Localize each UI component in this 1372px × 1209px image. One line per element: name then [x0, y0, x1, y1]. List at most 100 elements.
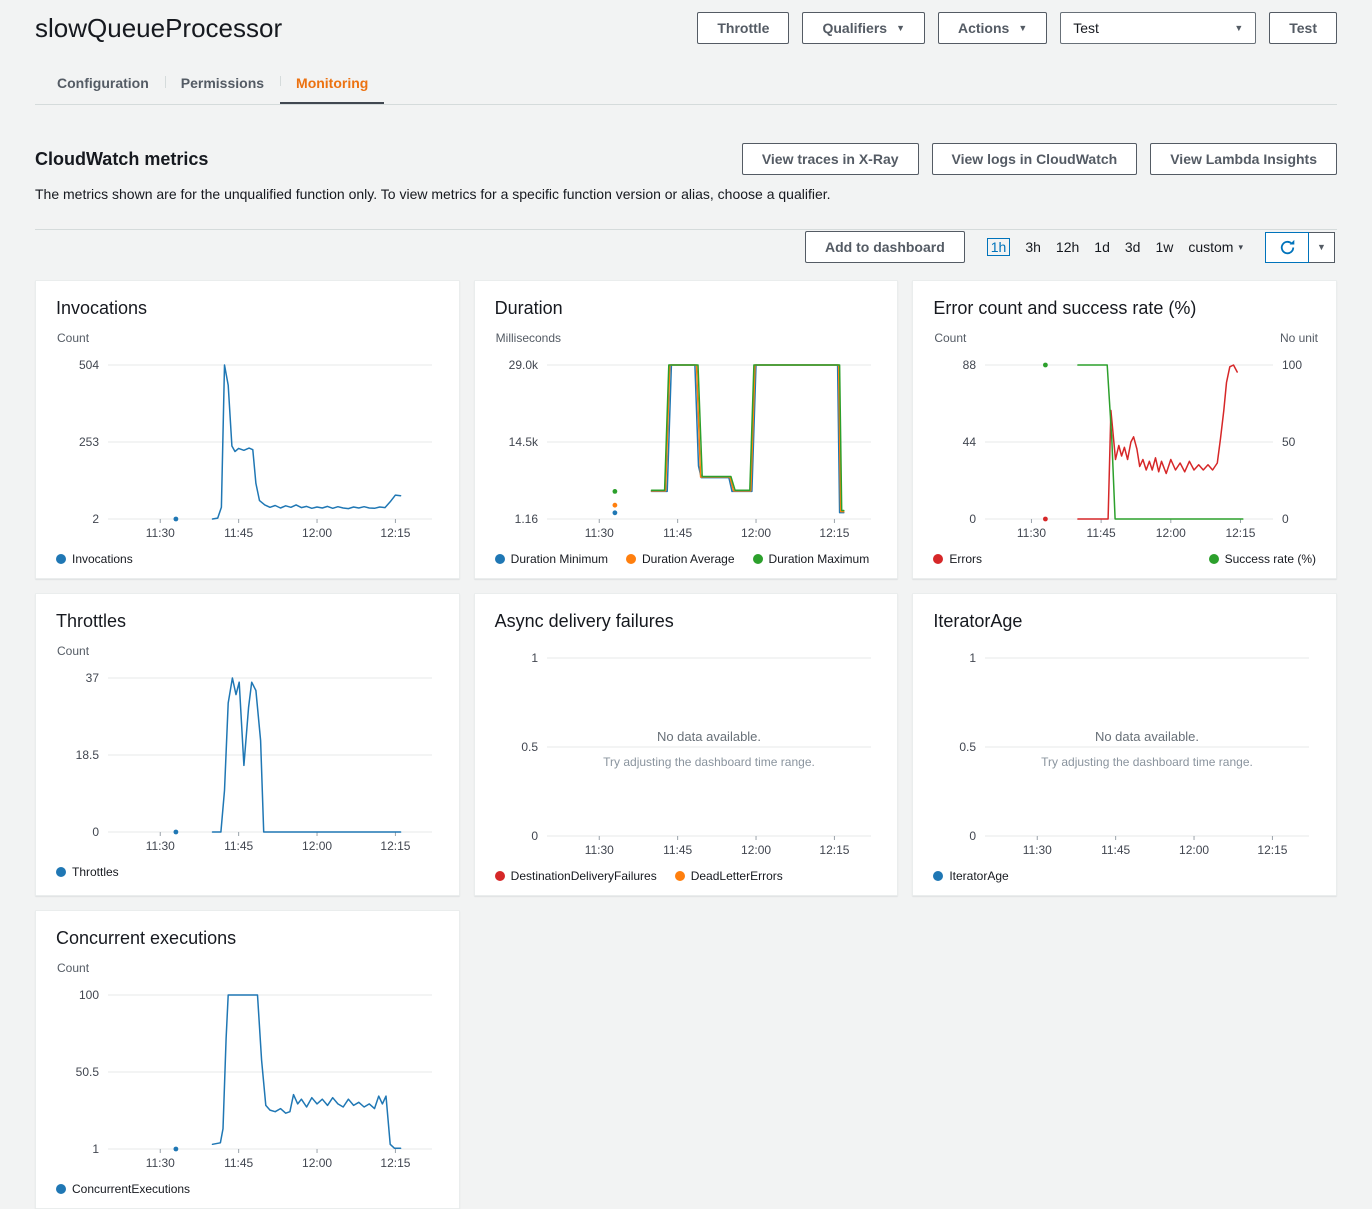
svg-text:1: 1	[92, 1142, 99, 1156]
legend-item[interactable]: Throttles	[56, 865, 119, 879]
metrics-section-header: CloudWatch metrics View traces in X-Ray …	[35, 143, 1337, 175]
chart-card-iterator-age: IteratorAge 10.5011:3011:4512:0012:15No …	[912, 593, 1337, 896]
legend-item[interactable]: IteratorAge	[933, 869, 1008, 883]
chevron-down-icon: ▼	[1234, 23, 1243, 33]
time-range-selector: 1h 3h 12h 1d 3d 1w custom ▾	[987, 238, 1243, 256]
time-range-1h[interactable]: 1h	[987, 238, 1011, 256]
legend-item[interactable]: Duration Average	[626, 552, 735, 566]
metrics-description: The metrics shown are for the unqualifie…	[35, 186, 1337, 202]
svg-text:11:45: 11:45	[224, 1156, 253, 1170]
legend-item[interactable]: DeadLetterErrors	[675, 869, 783, 883]
chart-title: Concurrent executions	[52, 923, 443, 961]
svg-text:1: 1	[970, 651, 977, 665]
chart-card-throttles: Throttles Count 3718.5011:3011:4512:0012…	[35, 593, 460, 896]
legend-label: Errors	[949, 552, 982, 566]
svg-text:14.5k: 14.5k	[508, 435, 538, 449]
legend-color-dot	[1209, 554, 1219, 564]
chart-title: Error count and success rate (%)	[929, 293, 1320, 331]
y-axis-unit-right: No unit	[1280, 331, 1318, 351]
svg-text:1: 1	[531, 651, 538, 665]
chart-plot: 10.5011:3011:4512:0012:15No data availab…	[929, 644, 1319, 866]
svg-text:0: 0	[970, 829, 977, 843]
chart-title: Duration	[491, 293, 882, 331]
svg-text:253: 253	[79, 435, 99, 449]
chart-legend: Duration Minimum Duration Average Duration…	[491, 549, 882, 570]
chart-title: IteratorAge	[929, 606, 1320, 644]
svg-text:0: 0	[92, 825, 99, 839]
svg-text:12:00: 12:00	[741, 843, 771, 857]
svg-text:11:30: 11:30	[146, 526, 175, 540]
legend-item[interactable]: Duration Minimum	[495, 552, 608, 566]
legend-label: Duration Maximum	[769, 552, 870, 566]
svg-text:29.0k: 29.0k	[508, 358, 538, 372]
svg-text:12:00: 12:00	[302, 1156, 332, 1170]
legend-item[interactable]: Success rate (%)	[1209, 552, 1316, 566]
svg-text:88: 88	[963, 358, 977, 372]
svg-text:11:30: 11:30	[1023, 843, 1052, 857]
time-range-custom[interactable]: custom ▾	[1188, 239, 1243, 255]
section-title: CloudWatch metrics	[35, 149, 208, 170]
legend-color-dot	[753, 554, 763, 564]
svg-text:12:15: 12:15	[380, 526, 410, 540]
svg-text:11:45: 11:45	[1087, 526, 1116, 540]
legend-label: IteratorAge	[949, 869, 1008, 883]
svg-text:2: 2	[92, 512, 99, 526]
view-xray-button[interactable]: View traces in X-Ray	[742, 143, 919, 175]
svg-text:11:30: 11:30	[146, 1156, 175, 1170]
throttle-button[interactable]: Throttle	[697, 12, 789, 44]
svg-text:100: 100	[79, 988, 99, 1002]
test-event-select[interactable]: Test ▼	[1060, 12, 1256, 44]
time-range-3d[interactable]: 3d	[1125, 239, 1141, 255]
chart-legend: Throttles	[52, 862, 443, 883]
svg-text:504: 504	[79, 358, 99, 372]
tab-permissions[interactable]: Permissions	[165, 60, 280, 104]
chevron-down-icon: ▼	[896, 23, 905, 33]
legend-label: DeadLetterErrors	[691, 869, 783, 883]
time-range-3h[interactable]: 3h	[1025, 239, 1041, 255]
throttle-button-label: Throttle	[717, 20, 769, 36]
chart-units: Count	[52, 331, 443, 351]
chart-legend: IteratorAge	[929, 866, 1320, 887]
legend-label: DestinationDeliveryFailures	[511, 869, 657, 883]
legend-label: Success rate (%)	[1225, 552, 1316, 566]
chart-legend: DestinationDeliveryFailures DeadLetterErr…	[491, 866, 882, 887]
legend-item[interactable]: DestinationDeliveryFailures	[495, 869, 657, 883]
tab-monitoring[interactable]: Monitoring	[280, 60, 384, 104]
chart-plot: 504253211:3011:4512:0012:15	[52, 351, 442, 549]
add-to-dashboard-button[interactable]: Add to dashboard	[805, 231, 965, 263]
time-range-1w[interactable]: 1w	[1155, 239, 1173, 255]
tab-configuration[interactable]: Configuration	[41, 60, 165, 104]
legend-item[interactable]: Duration Maximum	[753, 552, 870, 566]
custom-range-label: custom	[1188, 239, 1233, 255]
svg-text:12:00: 12:00	[1156, 526, 1186, 540]
view-cloudwatch-logs-button[interactable]: View logs in CloudWatch	[932, 143, 1138, 175]
legend-color-dot	[626, 554, 636, 564]
time-range-1d[interactable]: 1d	[1094, 239, 1110, 255]
time-range-12h[interactable]: 12h	[1056, 239, 1079, 255]
legend-color-dot	[933, 554, 943, 564]
legend-item[interactable]: ConcurrentExecutions	[56, 1182, 190, 1196]
qualifiers-button[interactable]: Qualifiers ▼	[802, 12, 925, 44]
page-header: slowQueueProcessor Throttle Qualifiers ▼…	[35, 0, 1337, 44]
actions-button[interactable]: Actions ▼	[938, 12, 1047, 44]
qualifiers-button-label: Qualifiers	[822, 20, 887, 36]
chart-card-error-success-rate: Error count and success rate (%) Count N…	[912, 280, 1337, 579]
view-lambda-insights-button[interactable]: View Lambda Insights	[1150, 143, 1337, 175]
refresh-options-button[interactable]: ▼	[1309, 232, 1335, 263]
refresh-button[interactable]	[1265, 232, 1309, 263]
chart-plot: 8844010050011:3011:4512:0012:15	[929, 351, 1319, 549]
y-axis-unit-left: Count	[57, 644, 89, 664]
svg-text:37: 37	[86, 671, 100, 685]
svg-text:18.5: 18.5	[76, 748, 100, 762]
svg-text:0: 0	[531, 829, 538, 843]
svg-text:No data available.: No data available.	[1095, 729, 1199, 744]
svg-text:12:15: 12:15	[380, 1156, 410, 1170]
svg-text:50.5: 50.5	[76, 1065, 100, 1079]
legend-item[interactable]: Invocations	[56, 552, 133, 566]
svg-text:12:00: 12:00	[302, 526, 332, 540]
legend-item[interactable]: Errors	[933, 552, 982, 566]
test-button[interactable]: Test	[1269, 12, 1337, 44]
svg-text:11:30: 11:30	[584, 526, 613, 540]
legend-color-dot	[675, 871, 685, 881]
svg-text:12:15: 12:15	[1226, 526, 1256, 540]
